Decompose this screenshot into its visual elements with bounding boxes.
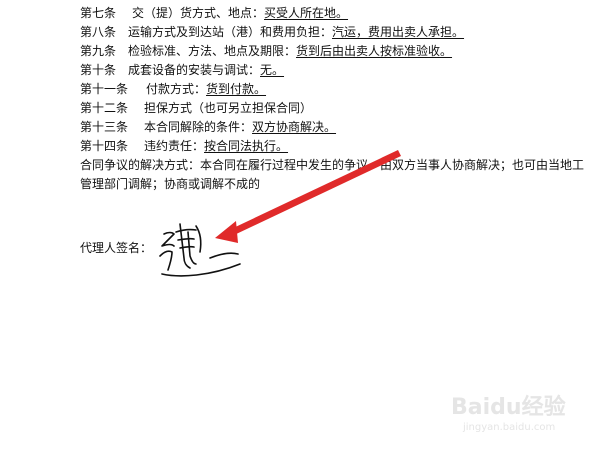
watermark-brand: Baidu经验 [451, 394, 566, 420]
baidu-jingyan-watermark: Baidu经验 jingyan.baidu.com [451, 394, 566, 433]
red-arrow-icon [215, 150, 401, 243]
watermark-url: jingyan.baidu.com [462, 422, 555, 433]
